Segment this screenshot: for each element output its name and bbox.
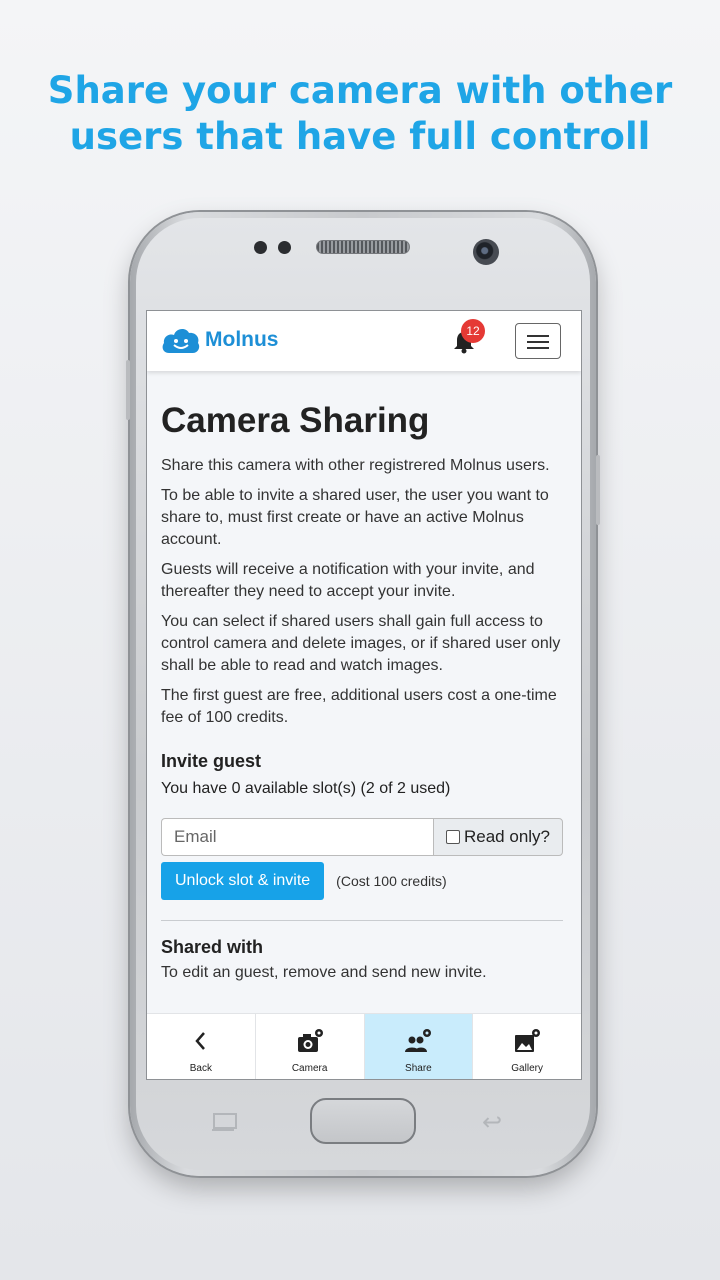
invite-actions: Unlock slot & invite (Cost 100 credits) (161, 862, 567, 900)
image-settings-icon (515, 1029, 541, 1052)
camera-settings-icon (297, 1029, 323, 1052)
nav-camera-label: Camera (291, 1063, 328, 1074)
bottom-navigation: Back Camera Share Gallery (147, 1013, 581, 1079)
nav-back[interactable]: Back (147, 1014, 256, 1079)
invite-cost-text: (Cost 100 credits) (336, 873, 447, 889)
invite-guest-heading: Invite guest (161, 751, 262, 771)
page-title: Camera Sharing (161, 401, 430, 440)
cloud-smiley-logo (162, 329, 200, 353)
people-settings-icon (405, 1029, 432, 1052)
app-bar: Molnus 12 (147, 311, 581, 371)
email-input[interactable] (161, 818, 433, 856)
recent-apps-icon[interactable] (210, 1112, 240, 1132)
headline-line-1: Share your camera with other (47, 69, 673, 112)
unlock-slot-invite-button[interactable]: Unlock slot & invite (161, 862, 325, 900)
description-paragraph-2: To be able to invite a shared user, the … (161, 487, 549, 548)
nav-gallery-label: Gallery (511, 1063, 543, 1074)
phone-speaker (316, 240, 410, 254)
hamburger-line (527, 347, 549, 349)
front-camera-icon (473, 239, 499, 265)
phone-home-button[interactable] (310, 1098, 416, 1144)
shared-with-heading: Shared with (161, 937, 264, 957)
available-slots-text: You have 0 available slot(s) (2 of 2 use… (161, 780, 451, 797)
hamburger-menu-button[interactable] (515, 323, 561, 359)
headline-line-2: users that have full controll (69, 115, 651, 158)
description-paragraph-5: The first guest are free, additional use… (161, 687, 557, 726)
description-paragraph-1: Share this camera with other registrered… (161, 457, 550, 474)
phone-sensor-2 (278, 241, 291, 254)
read-only-label: Read only? (464, 827, 551, 846)
description-paragraph-4: You can select if shared users shall gai… (161, 613, 561, 674)
brand-name: Molnus (205, 328, 279, 351)
main-content: Camera Sharing Share this camera with ot… (161, 401, 567, 982)
chevron-left-icon (195, 1032, 205, 1050)
nav-share-label: Share (405, 1063, 432, 1074)
read-only-toggle[interactable]: Read only? (433, 818, 563, 856)
hamburger-line (527, 341, 549, 343)
phone-side-button-left (126, 360, 130, 420)
phone-side-button-right (596, 455, 600, 525)
section-divider (161, 920, 563, 921)
description-paragraph-3: Guests will receive a notification with … (161, 561, 535, 600)
nav-back-label: Back (189, 1063, 212, 1074)
nav-camera[interactable]: Camera (256, 1014, 365, 1079)
shared-with-description: To edit an guest, remove and send new in… (161, 964, 487, 981)
promo-headline: Share your camera with other users that … (0, 68, 720, 160)
phone-sensor-1 (254, 241, 267, 254)
hamburger-line (527, 335, 549, 337)
nav-gallery[interactable]: Gallery (473, 1014, 581, 1079)
back-arrow-icon[interactable]: ↩ (482, 1108, 502, 1137)
notification-count-badge[interactable]: 12 (461, 319, 485, 343)
app-screen: Molnus 12 Camera Sharing Share this came… (146, 310, 582, 1080)
read-only-checkbox[interactable] (446, 830, 460, 844)
nav-share[interactable]: Share (364, 1014, 474, 1079)
invite-input-group: Read only? (161, 818, 563, 856)
